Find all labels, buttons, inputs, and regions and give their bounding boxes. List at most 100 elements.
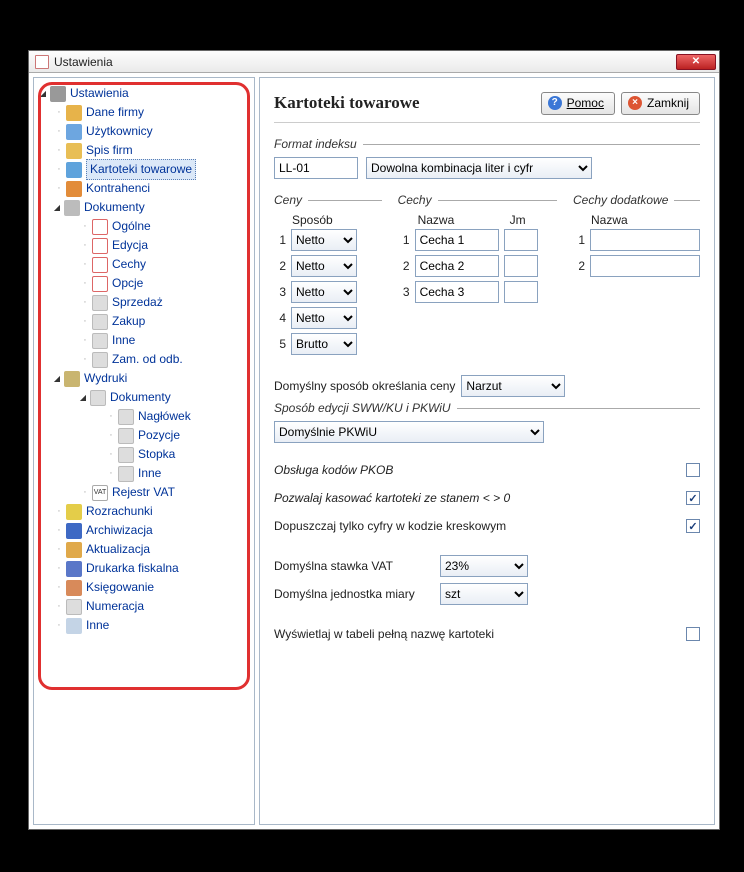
label: Domyślna jednostka miary xyxy=(274,587,434,601)
wrench-icon xyxy=(50,86,66,102)
tree-item-dane-firmy[interactable]: ·Dane firmy xyxy=(38,103,254,122)
label: Wyświetlaj w tabeli pełną nazwę kartotek… xyxy=(274,627,494,641)
cechy-row: 2 xyxy=(398,253,557,279)
sww-select[interactable]: Domyślnie PKWiU xyxy=(274,421,544,443)
default-price-select[interactable]: Narzut xyxy=(461,375,565,397)
settings-tree[interactable]: ◢ Ustawienia ·Dane firmy ·Użytkownicy ·S… xyxy=(34,78,254,641)
page-icon xyxy=(92,276,108,292)
tree-item-ogolne[interactable]: ·Ogólne xyxy=(38,217,254,236)
tree-item-kontrahenci[interactable]: ·Kontrahenci xyxy=(38,179,254,198)
extra-feature-input[interactable] xyxy=(590,229,700,251)
tree-item-pozycje[interactable]: ·Pozycje xyxy=(38,426,254,445)
settings-tree-panel: ◢ Ustawienia ·Dane firmy ·Użytkownicy ·S… xyxy=(33,77,255,825)
tree-item-ksiegowanie[interactable]: ·Księgowanie xyxy=(38,578,254,597)
legend: Format indeksu xyxy=(274,137,363,151)
main-panel: Kartoteki towarowe ? Pomoc × Zamknij For… xyxy=(259,77,715,825)
feature-name-input[interactable] xyxy=(415,281,499,303)
row-number: 1 xyxy=(274,233,286,247)
label: Pozwalaj kasować kartoteki ze stanem < >… xyxy=(274,491,510,505)
tree-item-wydruki-dokumenty[interactable]: ◢Dokumenty xyxy=(38,388,254,407)
tree-item-inne2[interactable]: ·Inne xyxy=(38,616,254,635)
house-icon xyxy=(66,105,82,121)
tree-item-cechy[interactable]: ·Cechy xyxy=(38,255,254,274)
delete-stock-checkbox[interactable] xyxy=(686,491,700,505)
books-icon xyxy=(66,143,82,159)
window-close-button[interactable]: ✕ xyxy=(676,54,716,70)
feature-jm-input[interactable] xyxy=(504,281,538,303)
vat-select[interactable]: 23% xyxy=(440,555,528,577)
feature-name-input[interactable] xyxy=(415,255,499,277)
collapse-icon[interactable]: ◢ xyxy=(38,89,48,99)
tree-item-naglowek[interactable]: ·Nagłówek xyxy=(38,407,254,426)
unit-select[interactable]: szt xyxy=(440,583,528,605)
page-icon xyxy=(92,238,108,254)
ceny-row: 1 Netto xyxy=(274,227,382,253)
tree-item-opcje[interactable]: ·Opcje xyxy=(38,274,254,293)
tree-item-uzytkownicy[interactable]: ·Użytkownicy xyxy=(38,122,254,141)
collapse-icon[interactable]: ◢ xyxy=(52,374,62,384)
gear-icon xyxy=(66,618,82,634)
digits-barcode-checkbox[interactable] xyxy=(686,519,700,533)
ceny-row: 3 Netto xyxy=(274,279,382,305)
feature-name-input[interactable] xyxy=(415,229,499,251)
extra-feature-input[interactable] xyxy=(590,255,700,277)
legend: Sposób edycji SWW/KU i PKWiU xyxy=(274,401,457,415)
index-format-input[interactable] xyxy=(274,157,358,179)
collapse-icon[interactable]: ◢ xyxy=(52,203,62,213)
label: Jm xyxy=(510,213,526,227)
row-number: 1 xyxy=(398,233,410,247)
feature-jm-input[interactable] xyxy=(504,229,538,251)
tree-root[interactable]: ◢ Ustawienia xyxy=(38,84,254,103)
group-format-indeksu: Format indeksu Dowolna kombinacja liter … xyxy=(274,137,700,179)
collapse-icon[interactable]: ◢ xyxy=(78,393,88,403)
legend: Cechy xyxy=(398,193,438,207)
index-mode-select[interactable]: Dowolna kombinacja liter i cyfr xyxy=(366,157,592,179)
tree-item-dokumenty[interactable]: ◢Dokumenty xyxy=(38,198,254,217)
titlebar: Ustawienia ✕ xyxy=(29,51,719,73)
cechy-row: 1 xyxy=(398,227,557,253)
tree-item-zam-od-odb[interactable]: ·Zam. od odb. xyxy=(38,350,254,369)
tree-item-kartoteki-towarowe[interactable]: ·Kartoteki towarowe xyxy=(38,160,254,179)
tree-item-sprzedaz[interactable]: ·Sprzedaż xyxy=(38,293,254,312)
divider xyxy=(274,122,700,123)
extra-feature-row: 1 xyxy=(573,227,700,253)
fullname-checkbox[interactable] xyxy=(686,627,700,641)
row-number: 3 xyxy=(274,285,286,299)
feature-jm-input[interactable] xyxy=(504,255,538,277)
row-number: 4 xyxy=(274,311,286,325)
page-icon xyxy=(118,466,134,482)
label: Sposób xyxy=(274,213,382,227)
ledger-icon xyxy=(66,580,82,596)
label: Domyślny sposób określania ceny xyxy=(274,379,455,393)
tree-item-rejestr-vat[interactable]: ·VATRejestr VAT xyxy=(38,483,254,502)
tree-item-numeracja[interactable]: ·Numeracja xyxy=(38,597,254,616)
tree-item-wydruki-inne[interactable]: ·Inne xyxy=(38,464,254,483)
tree-item-stopka[interactable]: ·Stopka xyxy=(38,445,254,464)
tree-item-inne[interactable]: ·Inne xyxy=(38,331,254,350)
money-icon xyxy=(66,504,82,520)
price-mode-select[interactable]: Netto xyxy=(291,307,357,329)
people-icon xyxy=(66,181,82,197)
price-mode-select[interactable]: Netto xyxy=(291,281,357,303)
help-button[interactable]: ? Pomoc xyxy=(541,92,615,115)
pages-icon xyxy=(92,314,108,330)
group-cechy: Cechy NazwaJm 123 xyxy=(398,193,557,357)
cube-icon xyxy=(66,162,82,178)
user-icon xyxy=(66,124,82,140)
legend: Cechy dodatkowe xyxy=(573,193,674,207)
tree-item-archiwizacja[interactable]: ·Archiwizacja xyxy=(38,521,254,540)
price-mode-select[interactable]: Netto xyxy=(291,255,357,277)
pkob-checkbox[interactable] xyxy=(686,463,700,477)
tree-item-aktualizacja[interactable]: ·Aktualizacja xyxy=(38,540,254,559)
tree-item-zakup[interactable]: ·Zakup xyxy=(38,312,254,331)
page-icon xyxy=(92,257,108,273)
tree-item-drukarka-fiskalna[interactable]: ·Drukarka fiskalna xyxy=(38,559,254,578)
label: Domyślna stawka VAT xyxy=(274,559,434,573)
close-button[interactable]: × Zamknij xyxy=(621,92,700,115)
price-mode-select[interactable]: Brutto xyxy=(291,333,357,355)
tree-item-edycja[interactable]: ·Edycja xyxy=(38,236,254,255)
tree-item-spis-firm[interactable]: ·Spis firm xyxy=(38,141,254,160)
price-mode-select[interactable]: Netto xyxy=(291,229,357,251)
tree-item-rozrachunki[interactable]: ·Rozrachunki xyxy=(38,502,254,521)
tree-item-wydruki[interactable]: ◢Wydruki xyxy=(38,369,254,388)
